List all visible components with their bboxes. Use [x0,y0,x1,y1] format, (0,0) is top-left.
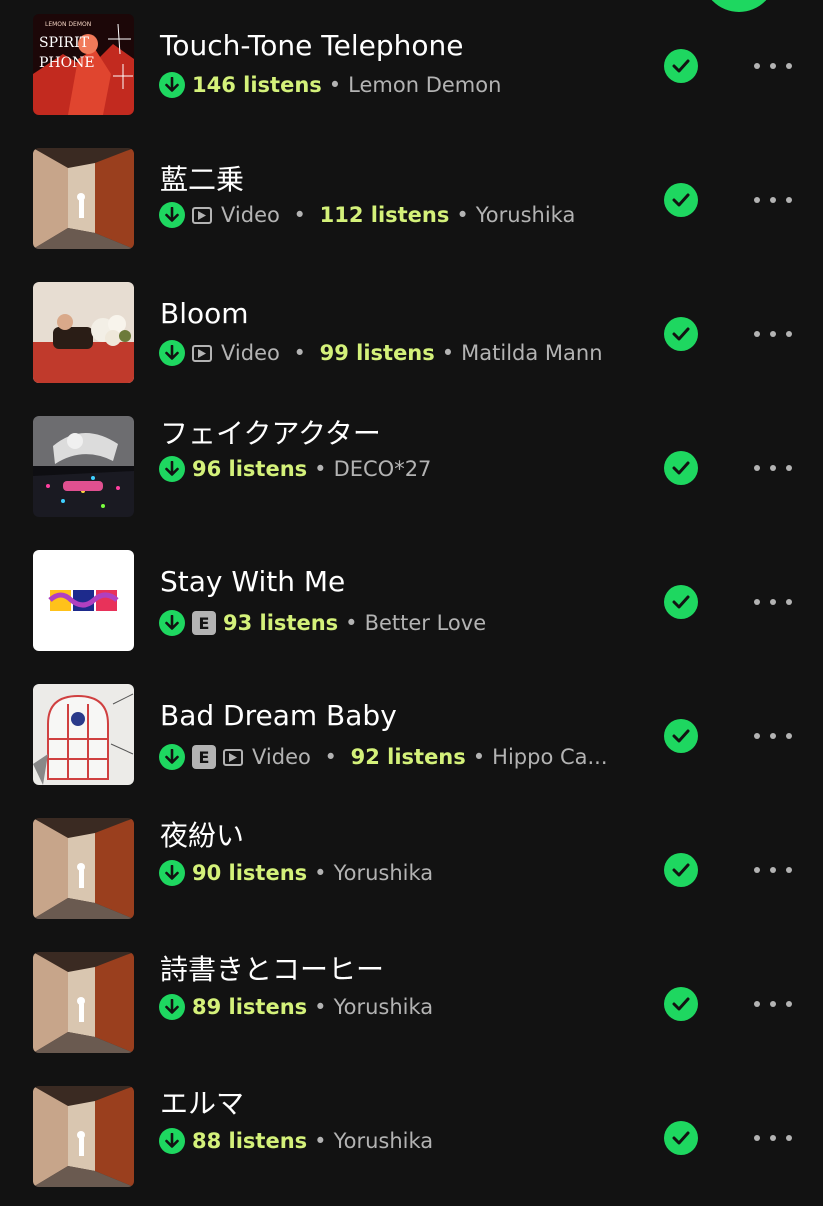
more-options-icon[interactable] [754,858,792,882]
more-options-icon[interactable] [754,992,792,1016]
more-options-icon[interactable] [754,724,792,748]
track-meta: 90 listens • Yorushika [159,860,619,886]
track-meta: Video • 99 listens • Matilda Mann [159,340,619,366]
downloaded-icon [159,456,185,482]
video-indicator: Video [192,203,280,227]
track-title: Touch-Tone Telephone [160,29,464,62]
track-meta: 146 listens • Lemon Demon [159,72,619,98]
added-check-icon[interactable] [664,317,698,351]
listen-count: 89 listens [192,995,308,1019]
artist-name[interactable]: Yorushika [334,995,434,1019]
more-options-icon[interactable] [754,54,792,78]
track-meta: E Video • 92 listens • Hippo Ca... [159,744,619,770]
track-row[interactable]: LEMON DEMON SPIRIT PHONE Touch-Tone Tele… [0,0,823,134]
track-meta: 89 listens • Yorushika [159,994,619,1020]
video-indicator: Video [223,745,311,769]
svg-text:LEMON DEMON: LEMON DEMON [45,21,91,28]
album-art [33,148,134,249]
track-meta: 88 listens • Yorushika [159,1128,619,1154]
track-title: 夜紛い [160,819,245,852]
track-title: Bloom [160,297,249,330]
track-row[interactable]: Bloom Video • 99 listens • Matilda Mann [0,268,823,402]
more-options-icon[interactable] [754,590,792,614]
added-check-icon[interactable] [664,183,698,217]
listen-count: 93 listens [223,611,339,635]
track-title: 詩書きとコーヒー [160,953,385,986]
explicit-badge: E [192,611,216,635]
album-art [33,416,134,517]
track-list: LEMON DEMON SPIRIT PHONE Touch-Tone Tele… [0,0,823,1206]
track-title: Stay With Me [160,565,346,598]
more-options-icon[interactable] [754,322,792,346]
listen-count: 112 listens [319,203,450,227]
svg-text:PHONE: PHONE [39,55,95,71]
downloaded-icon [159,744,185,770]
track-meta: Video • 112 listens • Yorushika [159,202,619,228]
video-indicator: Video [192,341,280,365]
downloaded-icon [159,72,185,98]
listen-count: 99 listens [319,341,435,365]
explicit-badge: E [192,745,216,769]
added-check-icon[interactable] [664,585,698,619]
album-art [33,1086,134,1187]
more-options-icon[interactable] [754,456,792,480]
artist-name[interactable]: DECO*27 [334,457,432,481]
album-art: LEMON DEMON SPIRIT PHONE [33,14,134,115]
track-meta: E 93 listens • Better Love [159,610,619,636]
svg-text:SPIRIT: SPIRIT [39,35,90,51]
artist-name[interactable]: Lemon Demon [348,73,501,97]
track-meta: 96 listens • DECO*27 [159,456,619,482]
artist-name[interactable]: Yorushika [476,203,576,227]
track-row[interactable]: Stay With Me E 93 listens • Better Love [0,536,823,670]
listen-count: 92 listens [350,745,466,769]
downloaded-icon [159,860,185,886]
listen-count: 96 listens [192,457,308,481]
track-row[interactable]: フェイクアクター 96 listens • DECO*27 [0,402,823,536]
track-title: 藍二乗 [160,163,245,196]
downloaded-icon [159,610,185,636]
album-art [33,952,134,1053]
artist-name[interactable]: Yorushika [334,1129,434,1153]
album-art [33,282,134,383]
track-row[interactable]: 藍二乗 Video • 112 listens • Yorushika [0,134,823,268]
artist-name[interactable]: Hippo Ca... [492,745,607,769]
video-icon [192,206,212,224]
track-title: エルマ [160,1087,245,1120]
track-row[interactable]: 詩書きとコーヒー 89 listens • Yorushika [0,938,823,1072]
added-check-icon[interactable] [664,987,698,1021]
downloaded-icon [159,1128,185,1154]
more-options-icon[interactable] [754,1126,792,1150]
downloaded-icon [159,202,185,228]
video-icon [223,748,243,766]
listen-count: 88 listens [192,1129,308,1153]
artist-name[interactable]: Yorushika [334,861,434,885]
track-row[interactable]: エルマ 88 listens • Yorushika [0,1072,823,1206]
downloaded-icon [159,340,185,366]
downloaded-icon [159,994,185,1020]
album-art [33,550,134,651]
listen-count: 90 listens [192,861,308,885]
track-title: Bad Dream Baby [160,699,397,732]
added-check-icon[interactable] [664,451,698,485]
added-check-icon[interactable] [664,49,698,83]
artist-name[interactable]: Better Love [365,611,487,635]
listen-count: 146 listens [192,73,322,97]
added-check-icon[interactable] [664,719,698,753]
track-row[interactable]: Bad Dream Baby E Video • 92 listens • Hi… [0,670,823,804]
album-art [33,684,134,785]
video-icon [192,344,212,362]
album-art [33,818,134,919]
artist-name[interactable]: Matilda Mann [461,341,602,365]
track-row[interactable]: 夜紛い 90 listens • Yorushika [0,804,823,938]
added-check-icon[interactable] [664,853,698,887]
track-title: フェイクアクター [160,417,381,450]
added-check-icon[interactable] [664,1121,698,1155]
more-options-icon[interactable] [754,188,792,212]
